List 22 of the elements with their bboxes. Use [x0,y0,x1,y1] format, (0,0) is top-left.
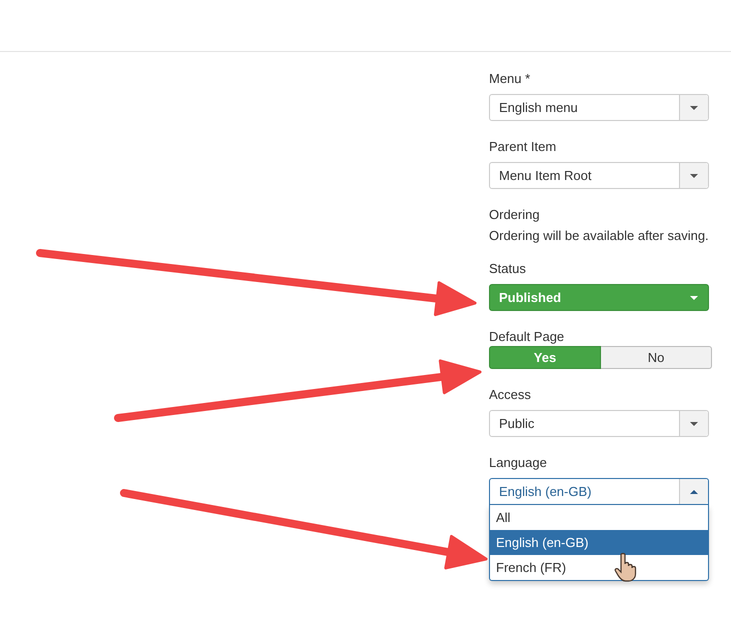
field-label: Menu * [489,72,532,86]
dropdown-option[interactable]: All [490,505,708,530]
dropdown-option[interactable]: English (en-GB) [490,530,708,555]
select-field[interactable]: English menu [489,94,709,121]
field-label: Parent Item [489,140,558,154]
dropdown-option[interactable]: French (FR) [490,555,708,580]
toggle-option[interactable]: No [601,346,712,369]
field-label: Default Page [489,330,566,344]
caret-icon [690,490,698,494]
field-label: Ordering [489,208,541,222]
caret-icon [690,296,698,300]
caret-icon [690,106,698,110]
select-field[interactable]: Public [489,410,709,437]
select-field[interactable]: Menu Item Root [489,162,709,189]
field-label: Access [489,388,532,402]
field-label: Status [489,262,527,276]
caret-icon [690,422,698,426]
select-field[interactable]: English (en-GB) [489,478,709,505]
hand-cursor-icon [614,552,636,582]
help-text: Ordering will be available after saving. [489,229,710,243]
field-label: Language [489,456,548,470]
caret-icon [690,174,698,178]
